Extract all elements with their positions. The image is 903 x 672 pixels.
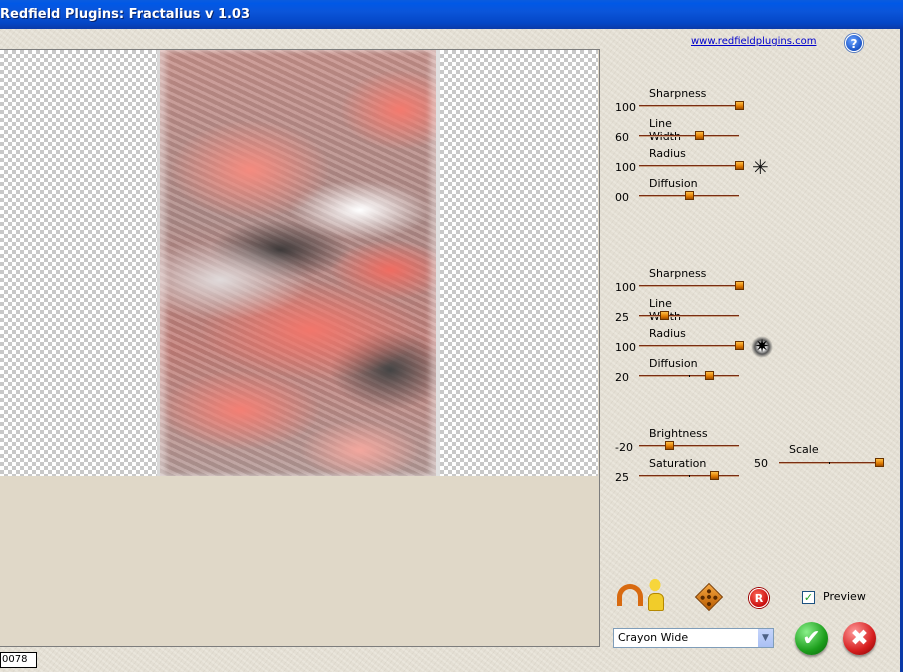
chevron-down-icon[interactable]: ▼ (757, 629, 773, 647)
slider-thumb[interactable] (705, 371, 714, 380)
slider-thumb[interactable] (875, 458, 884, 467)
ok-button[interactable]: ✔ (795, 622, 828, 655)
slider-value: 20 (615, 371, 629, 384)
slider-value: 100 (615, 341, 636, 354)
slider-thumb[interactable] (735, 161, 744, 170)
preview-checkbox[interactable]: ✓ (802, 591, 815, 604)
slider-label: Sharpness (649, 267, 707, 280)
slider-tick (689, 475, 690, 477)
slider-value: 100 (615, 101, 636, 114)
preview-area[interactable] (0, 49, 600, 647)
slider-thumb[interactable] (685, 191, 694, 200)
cancel-button[interactable]: ✖ (843, 622, 876, 655)
slider-track[interactable] (639, 101, 744, 110)
slider-track[interactable] (639, 341, 744, 350)
slider-thumb[interactable] (710, 471, 719, 480)
slider-tick (689, 375, 690, 377)
person-icon[interactable] (642, 577, 668, 611)
slider-thumb[interactable] (695, 131, 704, 140)
slider-label: Line Width (649, 117, 681, 143)
slider-track[interactable] (639, 191, 739, 200)
preset-dropdown[interactable]: Crayon Wide ▼ (613, 628, 774, 648)
slider-track[interactable] (639, 311, 739, 320)
website-link[interactable]: www.redfieldplugins.com (691, 36, 816, 47)
slider-thumb[interactable] (735, 341, 744, 350)
slider-label: Sharpness (649, 87, 707, 100)
registered-icon[interactable]: R (749, 588, 769, 608)
slider-track[interactable] (639, 161, 744, 170)
slider-thumb[interactable] (735, 281, 744, 290)
slider-thumb[interactable] (735, 101, 744, 110)
slider-value: 100 (615, 281, 636, 294)
slider-track[interactable] (639, 281, 744, 290)
title-bar: Redfield Plugins: Fractalius v 1.03 (0, 0, 903, 29)
slider-value: 100 (615, 161, 636, 174)
slider-label: Diffusion (649, 177, 698, 190)
slider-value: 25 (615, 471, 629, 484)
slider-track[interactable] (639, 371, 739, 380)
slider-label: Radius (649, 327, 686, 340)
preview-image[interactable] (157, 50, 440, 476)
slider-track[interactable] (779, 458, 884, 467)
slider-label: Radius (649, 147, 686, 160)
glow-star-icon[interactable]: ✷ (751, 336, 773, 358)
preset-selected-value: Crayon Wide (618, 631, 689, 644)
slider-track[interactable] (639, 441, 739, 450)
slider-label: Scale (789, 443, 819, 456)
slider-track[interactable] (639, 471, 739, 480)
slider-value: -20 (615, 441, 633, 454)
slider-label: Diffusion (649, 357, 698, 370)
slider-label: Brightness (649, 427, 708, 440)
question-icon[interactable]: ? (845, 34, 863, 52)
slider-tick (829, 462, 830, 464)
slider-thumb[interactable] (660, 311, 669, 320)
plugin-window: 0078 www.redfieldplugins.com ? Sharpness… (0, 29, 903, 672)
slider-value: 50 (754, 457, 768, 470)
slider-track[interactable] (639, 131, 739, 140)
preview-label: Preview (823, 590, 866, 603)
slider-label: Saturation (649, 457, 707, 470)
window-title: Redfield Plugins: Fractalius v 1.03 (0, 7, 251, 22)
status-value: 0078 (0, 652, 37, 668)
scale-slider-row: Scale 50 (754, 440, 894, 470)
undo-arrow-icon[interactable] (617, 584, 643, 606)
asterisk-icon[interactable]: ✳ (752, 157, 769, 177)
slider-value: 00 (615, 191, 629, 204)
slider-thumb[interactable] (665, 441, 674, 450)
dice-icon[interactable] (694, 582, 724, 612)
slider-value: 25 (615, 311, 629, 324)
slider-value: 60 (615, 131, 629, 144)
